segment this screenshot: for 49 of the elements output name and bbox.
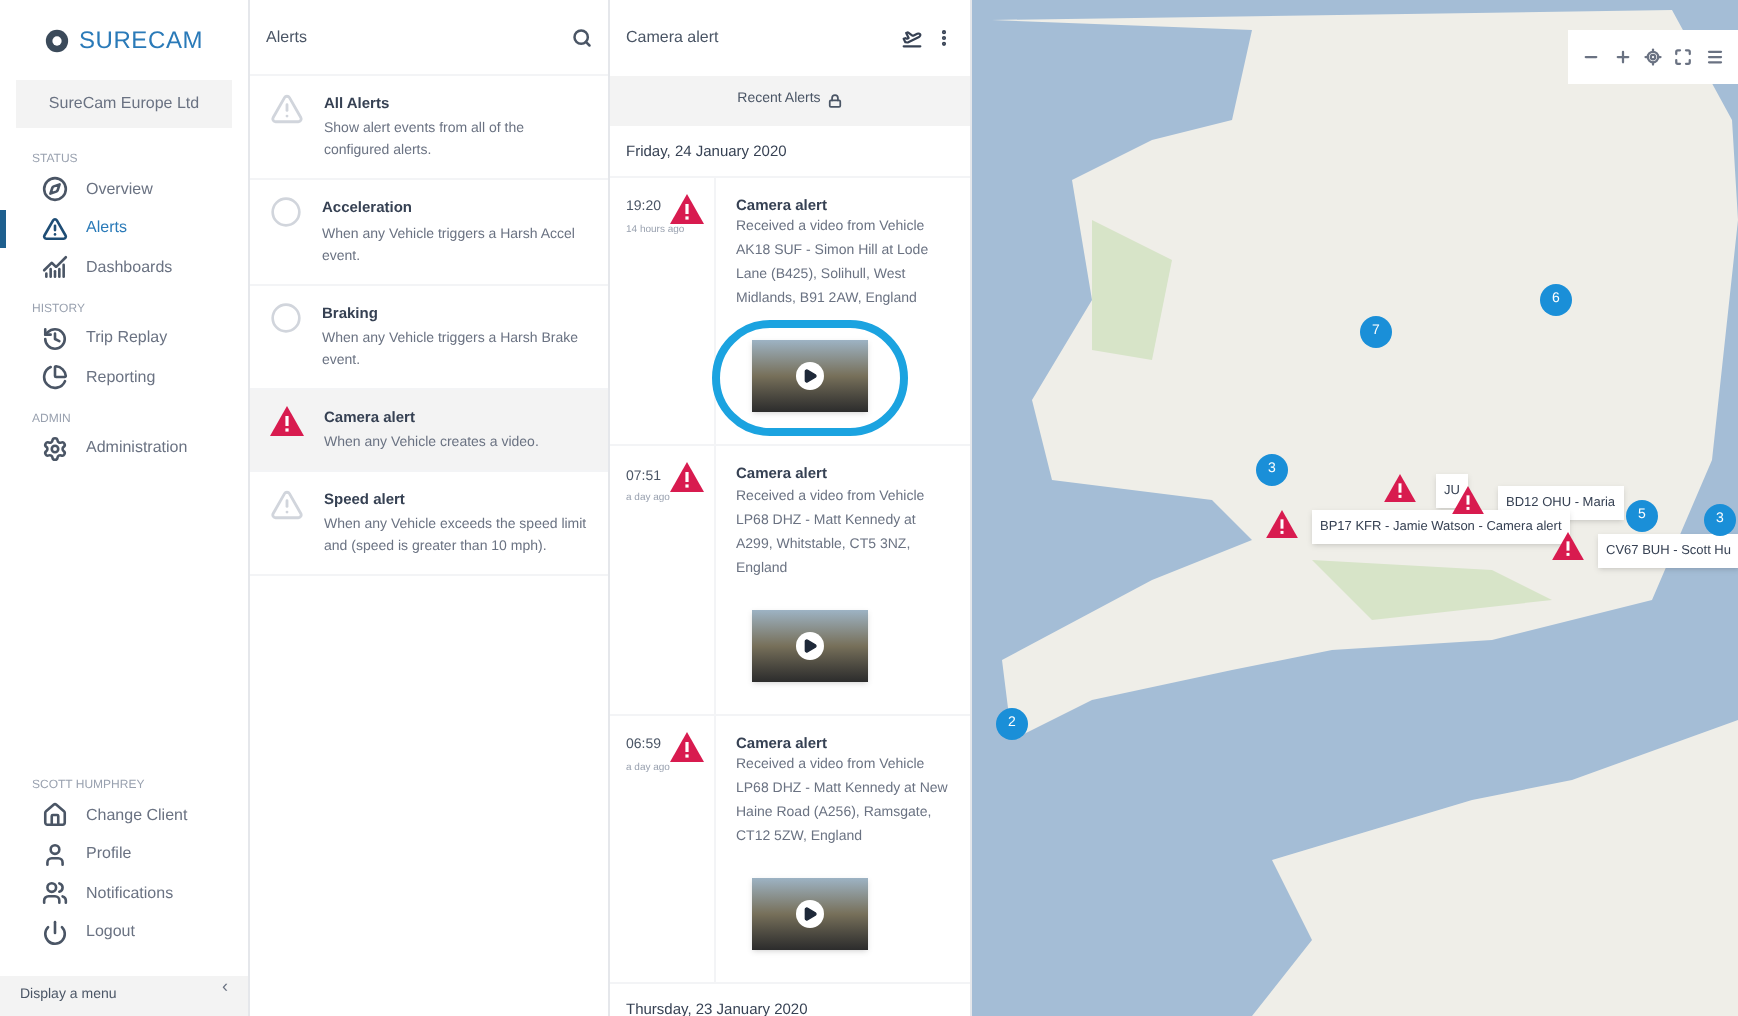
- video-thumbnail[interactable]: [752, 877, 868, 950]
- power-icon: [42, 919, 68, 946]
- warning-icon: [42, 215, 68, 242]
- nav-item[interactable]: Reporting: [0, 358, 248, 397]
- play-icon[interactable]: [796, 362, 824, 391]
- nav-item[interactable]: Trip Replay: [0, 319, 248, 358]
- menu-icon[interactable]: [1705, 48, 1724, 66]
- client-name[interactable]: SureCam Europe Ltd: [16, 80, 232, 128]
- play-icon[interactable]: [796, 631, 824, 659]
- warning-icon: [669, 194, 704, 224]
- locate-icon[interactable]: [1643, 48, 1662, 66]
- settings-icon: [42, 435, 68, 462]
- plane-icon[interactable]: [902, 28, 922, 48]
- compass-icon: [42, 176, 68, 203]
- search-icon[interactable]: [572, 27, 592, 47]
- alert-marker-icon[interactable]: [1266, 510, 1298, 538]
- lock-icon: [828, 94, 843, 108]
- logo-icon: [44, 27, 71, 53]
- pie-chart-icon: [42, 364, 68, 391]
- warning-icon: [669, 731, 704, 761]
- warning-icon: [270, 405, 304, 436]
- video-thumbnail[interactable]: [752, 609, 868, 681]
- nav-item[interactable]: Dashboards: [0, 248, 248, 287]
- alert-marker-icon[interactable]: [1552, 532, 1584, 560]
- nav-item[interactable]: Administration: [0, 429, 248, 468]
- panel-title: Alerts: [266, 25, 307, 49]
- nav-item[interactable]: Logout: [0, 913, 248, 952]
- warning-icon: [270, 92, 304, 126]
- history-icon: [42, 325, 68, 352]
- nav-item[interactable]: Overview: [0, 170, 248, 209]
- zoom-in-icon[interactable]: [1613, 48, 1632, 66]
- logo-text: SURECAM: [78, 24, 204, 58]
- circle-icon: [270, 196, 302, 229]
- chart-icon: [42, 254, 68, 281]
- panel-title: Camera alert: [626, 26, 719, 50]
- user-icon: [42, 841, 68, 868]
- nav-item[interactable]: Change Client: [0, 796, 248, 835]
- users-icon: [42, 880, 68, 907]
- alert-marker-icon[interactable]: [1384, 474, 1416, 502]
- warning-icon: [669, 462, 704, 493]
- play-icon[interactable]: [796, 899, 824, 928]
- circle-icon: [270, 301, 302, 333]
- warning-icon: [270, 488, 304, 522]
- video-thumbnail[interactable]: [752, 340, 868, 413]
- home-icon: [42, 802, 68, 829]
- nav-item[interactable]: Notifications: [0, 874, 248, 913]
- collapse-button[interactable]: ‹: [222, 977, 228, 995]
- fullscreen-icon[interactable]: [1674, 48, 1693, 66]
- nav-item[interactable]: Profile: [0, 835, 248, 874]
